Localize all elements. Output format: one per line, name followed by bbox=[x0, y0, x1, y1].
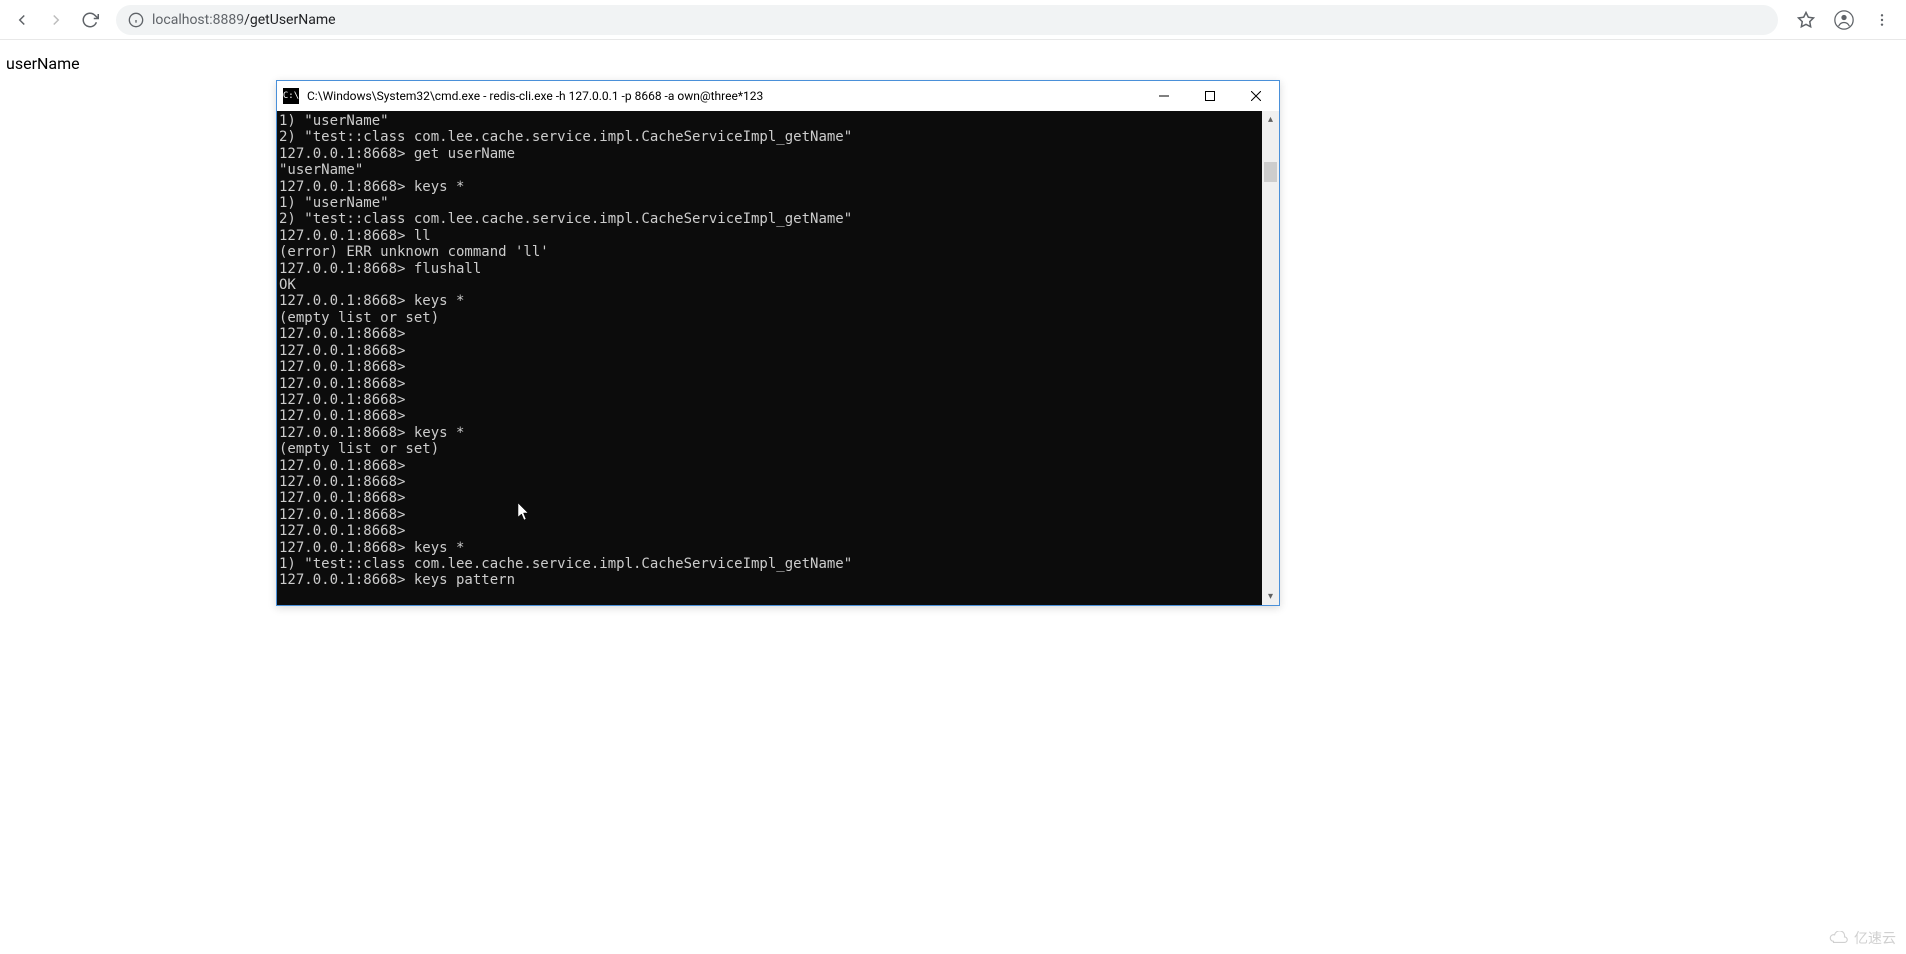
cmd-line: 127.0.0.1:8668> keys * bbox=[279, 425, 1260, 441]
scroll-thumb[interactable] bbox=[1264, 162, 1277, 182]
address-bar[interactable]: localhost:8889/getUserName bbox=[116, 5, 1778, 35]
cmd-line: (error) ERR unknown command 'll' bbox=[279, 244, 1260, 260]
cmd-line: 2) "test::class com.lee.cache.service.im… bbox=[279, 129, 1260, 145]
back-button[interactable] bbox=[8, 6, 36, 34]
maximize-button[interactable] bbox=[1187, 81, 1233, 111]
cmd-line: (empty list or set) bbox=[279, 310, 1260, 326]
window-control-buttons bbox=[1141, 81, 1279, 111]
cmd-line: 127.0.0.1:8668> bbox=[279, 458, 1260, 474]
cloud-icon bbox=[1828, 931, 1850, 945]
cmd-line: 127.0.0.1:8668> bbox=[279, 326, 1260, 342]
cmd-line: 127.0.0.1:8668> keys * bbox=[279, 540, 1260, 556]
scroll-down-arrow-icon[interactable]: ▾ bbox=[1262, 588, 1279, 605]
cmd-line: 127.0.0.1:8668> bbox=[279, 408, 1260, 424]
cmd-line: 1) "test::class com.lee.cache.service.im… bbox=[279, 556, 1260, 572]
site-info-icon[interactable] bbox=[128, 12, 144, 28]
cmd-vertical-scrollbar[interactable]: ▴ ▾ bbox=[1262, 111, 1279, 605]
url-host: localhost:8889 bbox=[152, 12, 244, 28]
cmd-line: 127.0.0.1:8668> bbox=[279, 507, 1260, 523]
cmd-line: 127.0.0.1:8668> bbox=[279, 343, 1260, 359]
cmd-line: 127.0.0.1:8668> keys * bbox=[279, 179, 1260, 195]
cmd-terminal-output[interactable]: 1) "userName"2) "test::class com.lee.cac… bbox=[277, 111, 1262, 605]
bookmark-star-icon[interactable] bbox=[1790, 4, 1822, 36]
cmd-titlebar[interactable]: C:\ C:\Windows\System32\cmd.exe - redis-… bbox=[277, 81, 1279, 111]
cmd-line: 127.0.0.1:8668> flushall bbox=[279, 261, 1260, 277]
scroll-track[interactable] bbox=[1262, 128, 1279, 588]
cmd-line: 127.0.0.1:8668> bbox=[279, 523, 1260, 539]
cmd-line: 127.0.0.1:8668> bbox=[279, 474, 1260, 490]
cmd-line: 127.0.0.1:8668> keys * bbox=[279, 293, 1260, 309]
watermark-text: 亿速云 bbox=[1854, 928, 1896, 948]
page-body-text: userName bbox=[6, 54, 80, 73]
cmd-line: "userName" bbox=[279, 162, 1260, 178]
cmd-line: 127.0.0.1:8668> bbox=[279, 490, 1260, 506]
cmd-line: (empty list or set) bbox=[279, 441, 1260, 457]
cmd-line: 127.0.0.1:8668> bbox=[279, 392, 1260, 408]
cmd-app-icon: C:\ bbox=[283, 88, 299, 104]
cmd-line: 127.0.0.1:8668> ll bbox=[279, 228, 1260, 244]
cmd-body-wrap: 1) "userName"2) "test::class com.lee.cac… bbox=[277, 111, 1279, 605]
close-button[interactable] bbox=[1233, 81, 1279, 111]
url-text: localhost:8889/getUserName bbox=[152, 12, 336, 28]
scroll-up-arrow-icon[interactable]: ▴ bbox=[1262, 111, 1279, 128]
minimize-button[interactable] bbox=[1141, 81, 1187, 111]
reload-button[interactable] bbox=[76, 6, 104, 34]
cmd-line: OK bbox=[279, 277, 1260, 293]
cmd-window: C:\ C:\Windows\System32\cmd.exe - redis-… bbox=[276, 80, 1280, 606]
cmd-line: 127.0.0.1:8668> get userName bbox=[279, 146, 1260, 162]
cmd-line: 2) "test::class com.lee.cache.service.im… bbox=[279, 211, 1260, 227]
cmd-line: 1) "userName" bbox=[279, 195, 1260, 211]
cmd-line: 127.0.0.1:8668> keys pattern bbox=[279, 572, 1260, 588]
cmd-window-title: C:\Windows\System32\cmd.exe - redis-cli.… bbox=[307, 89, 1141, 103]
cmd-line: 127.0.0.1:8668> bbox=[279, 359, 1260, 375]
forward-button[interactable] bbox=[42, 6, 70, 34]
browser-toolbar: localhost:8889/getUserName bbox=[0, 0, 1906, 40]
cmd-line: 127.0.0.1:8668> bbox=[279, 376, 1260, 392]
watermark: 亿速云 bbox=[1828, 928, 1896, 948]
profile-avatar-button[interactable] bbox=[1828, 4, 1860, 36]
cmd-line: 1) "userName" bbox=[279, 113, 1260, 129]
kebab-menu-icon[interactable] bbox=[1866, 4, 1898, 36]
url-path: /getUserName bbox=[244, 12, 335, 28]
